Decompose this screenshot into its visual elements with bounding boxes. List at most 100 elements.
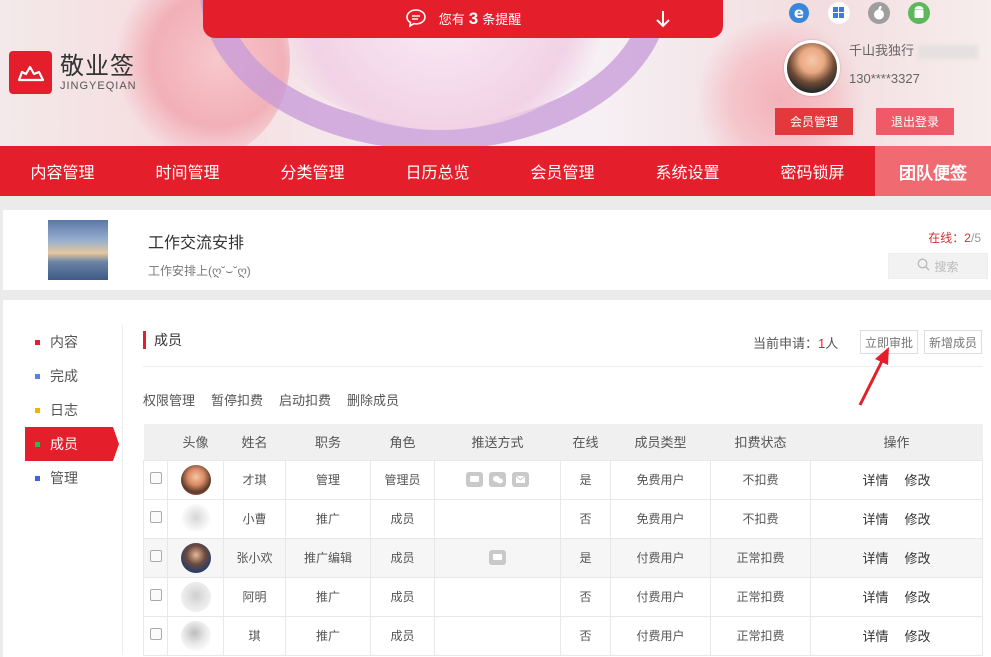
member-role: 成员 [370, 537, 435, 578]
nav-item-time[interactable]: 时间管理 [125, 146, 250, 196]
pause-fee-button[interactable]: 暂停扣费 [211, 390, 263, 409]
chat-bubble-icon [405, 8, 427, 31]
sidebar-item-log[interactable]: 日志 [25, 393, 125, 427]
android-icon[interactable] [906, 0, 932, 26]
detail-link[interactable]: 详情 [862, 590, 888, 605]
main-nav: 内容管理 时间管理 分类管理 日历总览 会员管理 系统设置 密码锁屏 团队便签 [0, 146, 991, 196]
ie-icon[interactable]: e [786, 0, 812, 26]
arrow-down-icon[interactable] [655, 9, 671, 32]
column-header: 在线 [560, 424, 611, 460]
sidebar-item-content[interactable]: 内容 [25, 325, 125, 359]
user-avatar[interactable] [784, 40, 840, 96]
dot-icon [35, 407, 40, 413]
mail-icon [512, 472, 529, 487]
reminder-count: 3 [468, 9, 479, 28]
detail-link[interactable]: 详情 [862, 551, 888, 566]
member-type: 付费用户 [610, 576, 711, 617]
group-thumbnail [48, 220, 108, 280]
column-header: 操作 [810, 424, 983, 460]
nav-item-calendar[interactable]: 日历总览 [375, 146, 500, 196]
nav-item-content[interactable]: 内容管理 [0, 146, 125, 196]
edit-link[interactable]: 修改 [905, 629, 931, 644]
nav-item-team-notes[interactable]: 团队便签 [875, 146, 991, 196]
member-online: 否 [560, 576, 611, 617]
member-role: 成员 [370, 576, 435, 617]
sidebar-item-manage[interactable]: 管理 [25, 461, 125, 495]
member-online: 是 [560, 459, 611, 500]
row-checkbox[interactable] [149, 472, 162, 484]
logo-subtitle: JINGYEQIAN [60, 79, 137, 92]
header: 敬业签 JINGYEQIAN 您有 3 条提醒 e 千山我独行 130****332… [0, 0, 991, 146]
sidebar-item-done[interactable]: 完成 [25, 359, 125, 393]
content-panel: 内容 完成 日志 成员 管理 成员 当前申请：1人 立即审批 新增成员 权限管理… [3, 300, 991, 657]
user-phone: 130****3327 [849, 71, 920, 86]
member-job: 推广 [285, 576, 371, 617]
member-fee: 不扣费 [710, 459, 811, 500]
member-name: 阿明 [223, 576, 286, 617]
member-fee: 不扣费 [710, 498, 811, 539]
member-name: 琪 [223, 615, 286, 656]
row-checkbox[interactable] [149, 628, 162, 640]
annotation-arrow-icon [855, 345, 895, 413]
nav-item-settings[interactable]: 系统设置 [625, 146, 750, 196]
table-header: 头像 姓名 职务 角色 推送方式 在线 成员类型 扣费状态 操作 [143, 424, 983, 460]
detail-link[interactable]: 详情 [862, 512, 888, 527]
member-type: 免费用户 [610, 459, 711, 500]
member-name: 张小欢 [223, 537, 286, 578]
permission-button[interactable]: 权限管理 [143, 390, 195, 409]
delete-member-button[interactable]: 删除成员 [347, 390, 399, 409]
search-button[interactable]: 搜索 [888, 253, 988, 279]
member-avatar [180, 503, 211, 534]
chat-icon [466, 472, 483, 487]
row-checkbox[interactable] [149, 511, 162, 523]
member-avatar [180, 620, 211, 651]
member-table: 头像 姓名 职务 角色 推送方式 在线 成员类型 扣费状态 操作 才琪 管理 管… [143, 424, 983, 656]
windows-icon[interactable] [826, 0, 852, 26]
member-online: 是 [560, 537, 611, 578]
edit-link[interactable]: 修改 [905, 590, 931, 605]
row-checkbox[interactable] [149, 550, 162, 562]
sidebar-item-members[interactable]: 成员 [25, 427, 119, 461]
user-name: 千山我独行 [849, 40, 979, 59]
push-methods [489, 550, 506, 565]
column-header: 扣费状态 [710, 424, 811, 460]
nav-item-category[interactable]: 分类管理 [250, 146, 375, 196]
member-job: 推广 [285, 615, 371, 656]
edit-link[interactable]: 修改 [905, 551, 931, 566]
nav-item-lock[interactable]: 密码锁屏 [750, 146, 875, 196]
member-job: 推广 [285, 498, 371, 539]
logo-icon [9, 51, 52, 94]
wechat-icon [489, 472, 506, 487]
column-header: 推送方式 [434, 424, 561, 460]
detail-link[interactable]: 详情 [862, 473, 888, 488]
column-header: 成员类型 [610, 424, 711, 460]
nav-item-member[interactable]: 会员管理 [500, 146, 625, 196]
member-avatar [180, 581, 211, 612]
apple-icon[interactable] [866, 0, 892, 26]
table-row: 琪 推广 成员 否 付费用户 正常扣费 详情 修改 [143, 615, 983, 656]
reminder-bar[interactable]: 您有 3 条提醒 [203, 0, 723, 38]
add-member-button[interactable]: 新增成员 [924, 330, 982, 354]
member-type: 付费用户 [610, 537, 711, 578]
dot-icon [35, 373, 40, 379]
platform-icons: e [786, 0, 932, 26]
table-row: 阿明 推广 成员 否 付费用户 正常扣费 详情 修改 [143, 576, 983, 617]
group-description: 工作安排上(ღ˘⌣˘ღ) [148, 264, 251, 278]
member-name: 才琪 [223, 459, 286, 500]
member-avatar [180, 464, 211, 495]
search-icon [917, 258, 931, 274]
column-header: 姓名 [223, 424, 286, 460]
edit-link[interactable]: 修改 [905, 512, 931, 527]
edit-link[interactable]: 修改 [905, 473, 931, 488]
member-fee: 正常扣费 [710, 576, 811, 617]
svg-text:e: e [794, 4, 804, 22]
logout-button[interactable]: 退出登录 [876, 108, 954, 135]
logo[interactable]: 敬业签 JINGYEQIAN [9, 51, 137, 94]
row-checkbox[interactable] [149, 589, 162, 601]
detail-link[interactable]: 详情 [862, 629, 888, 644]
action-bar: 权限管理 暂停扣费 启动扣费 删除成员 [143, 390, 399, 409]
member-management-button[interactable]: 会员管理 [775, 108, 853, 135]
apply-info: 当前申请：1人 [753, 336, 839, 351]
start-fee-button[interactable]: 启动扣费 [279, 390, 331, 409]
dot-icon [35, 441, 40, 447]
